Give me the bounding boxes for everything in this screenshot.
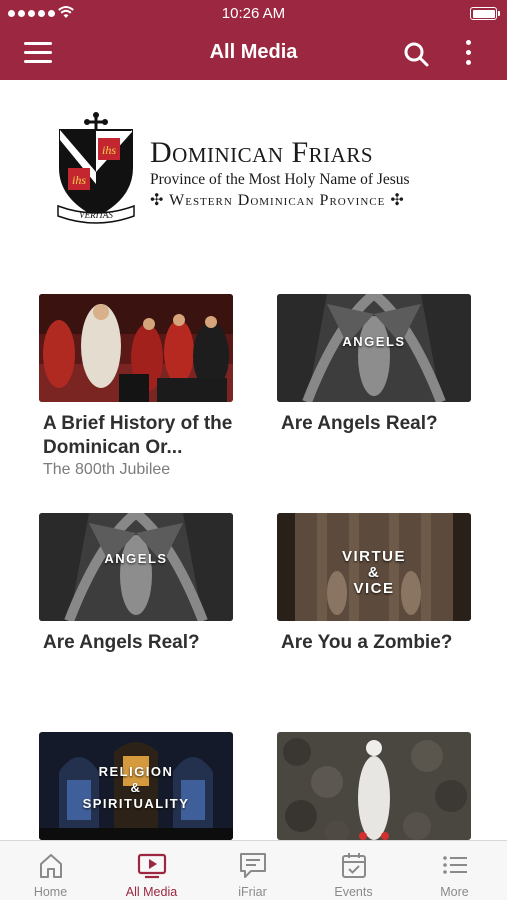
overflow-menu-button[interactable] (458, 38, 478, 70)
tab-label: Home (33, 885, 68, 899)
tab-label: iFriar (238, 885, 267, 899)
svg-text:VERITAS: VERITAS (79, 210, 113, 220)
page-title: All Media (209, 41, 298, 63)
battery-icon (470, 7, 500, 20)
dominican-crest-icon: ihs ihs VERITAS (57, 112, 135, 224)
status-bar: 10:26 AM (0, 0, 507, 28)
bottom-tab-bar: Home All Media iFriar Events More (0, 840, 507, 900)
nav-bar: All Media (0, 28, 507, 80)
svg-text:ihs: ihs (102, 143, 116, 157)
tab-events[interactable]: Events (303, 841, 404, 900)
tab-label: All Media (125, 885, 178, 899)
media-card[interactable]: ANGELS Are Angels Real? (39, 513, 233, 663)
media-thumbnail: VIRTUE & VICE (277, 513, 471, 621)
search-icon[interactable] (402, 40, 430, 68)
media-title: Are Angels Real? (43, 632, 200, 653)
media-title: Are You a Zombie? (281, 632, 453, 653)
media-thumbnail: RELIGION & SPIRITUALITY (39, 732, 233, 840)
status-time: 10:26 AM (221, 5, 286, 22)
logo-western-province: ✣ Western Dominican Province ✣ (150, 192, 405, 209)
media-subtitle: The 800th Jubilee (43, 461, 171, 478)
svg-text:ihs: ihs (72, 173, 86, 187)
chat-bubble-icon (240, 853, 266, 878)
thumbnail-text: VIRTUE & VICE (341, 548, 406, 597)
tab-more[interactable]: More (404, 841, 505, 900)
media-title: A Brief History of the Dominican Or... (43, 413, 233, 458)
logo-name: Dominican Friars (150, 136, 374, 169)
media-thumbnail (277, 732, 471, 840)
media-card[interactable] (277, 732, 471, 840)
dominican-friars-logo: ihs ihs VERITAS Dominican Friars Provinc… (52, 112, 462, 224)
calendar-icon (342, 853, 366, 878)
media-title: Are Angels Real? (281, 413, 438, 434)
tab-label: More (440, 885, 469, 899)
tv-play-icon (137, 853, 167, 879)
app-header: 10:26 AM All Media (0, 0, 507, 80)
list-icon (443, 856, 467, 874)
thumbnail-text: ANGELS (342, 334, 406, 349)
media-thumbnail (39, 294, 233, 402)
tab-all-media[interactable]: All Media (101, 841, 202, 900)
tab-label: Events (334, 885, 373, 899)
home-icon (40, 854, 62, 878)
media-card[interactable]: A Brief History of the Dominican Or... T… (39, 294, 233, 484)
logo-province: Province of the Most Holy Name of Jesus (150, 171, 410, 188)
media-thumbnail: ANGELS (39, 513, 233, 621)
thumbnail-text: ANGELS (104, 551, 168, 566)
media-card[interactable]: VIRTUE & VICE Are You a Zombie? (277, 513, 471, 663)
tab-home[interactable]: Home (0, 841, 101, 900)
media-card[interactable]: ANGELS Are Angels Real? (277, 294, 471, 444)
media-thumbnail: ANGELS (277, 294, 471, 402)
media-card[interactable]: RELIGION & SPIRITUALITY (39, 732, 233, 840)
tab-ifriar[interactable]: iFriar (202, 841, 303, 900)
thumbnail-text: RELIGION & SPIRITUALITY (82, 764, 190, 811)
